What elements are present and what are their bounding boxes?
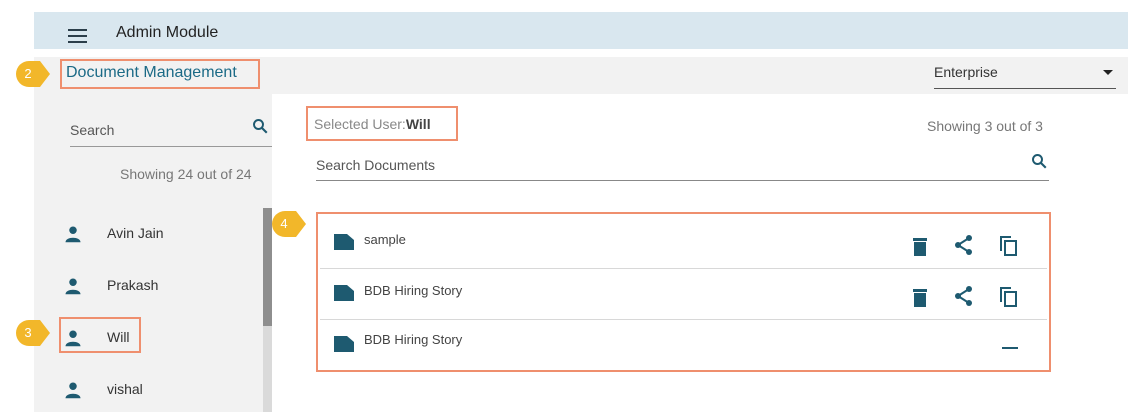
delete-icon[interactable] [910,287,930,309]
hamburger-menu-icon[interactable] [68,29,87,43]
user-search-input[interactable]: Search [70,119,272,147]
share-icon[interactable] [954,234,974,256]
enterprise-select-value: Enterprise [934,64,998,80]
app-title: Admin Module [116,24,219,41]
user-icon [65,226,81,243]
copy-icon[interactable] [998,285,1018,307]
document-icon [334,285,354,301]
selected-user-label: Selected User:Will [314,116,431,132]
callout-badge-2: 2 [16,61,50,87]
remove-icon[interactable] [1000,336,1020,358]
selected-user-name: Will [405,116,431,132]
document-search-placeholder: Search Documents [316,157,436,173]
document-name: BDB Hiring Story [364,332,463,347]
user-list-item[interactable]: vishal [64,377,244,407]
document-icon [334,234,354,250]
user-icon [65,382,81,399]
user-search-placeholder: Search [70,122,115,138]
copy-icon[interactable] [998,234,1018,256]
document-row[interactable]: sample [320,218,1047,269]
user-list-item[interactable]: Avin Jain [64,221,244,251]
search-icon[interactable] [1030,152,1048,170]
document-search-input[interactable]: Search Documents [316,152,1049,181]
document-icon [334,336,354,352]
chevron-down-icon[interactable] [1103,70,1113,75]
user-list-item-selected[interactable]: Will [64,325,244,355]
user-name: Avin Jain [107,225,164,241]
callout-badge-4: 4 [272,211,306,237]
delete-icon[interactable] [910,236,930,258]
user-name: vishal [107,381,143,397]
callout-badge-3: 3 [16,320,50,346]
users-showing-count: Showing 24 out of 24 [120,166,252,182]
document-row[interactable]: BDB Hiring Story [320,320,1047,370]
documents-showing-count: Showing 3 out of 3 [927,118,1043,134]
users-scrollbar-thumb[interactable] [263,208,272,326]
user-list-item[interactable]: Prakash [64,273,244,303]
page-title[interactable]: Document Management [66,64,237,82]
document-name: sample [364,232,406,247]
document-name: BDB Hiring Story [364,283,463,298]
user-icon [65,330,81,347]
user-name: Will [107,329,130,345]
share-icon[interactable] [954,285,974,307]
document-row[interactable]: BDB Hiring Story [320,269,1047,320]
user-name: Prakash [107,277,159,293]
user-icon [65,278,81,295]
search-icon[interactable] [251,117,269,135]
